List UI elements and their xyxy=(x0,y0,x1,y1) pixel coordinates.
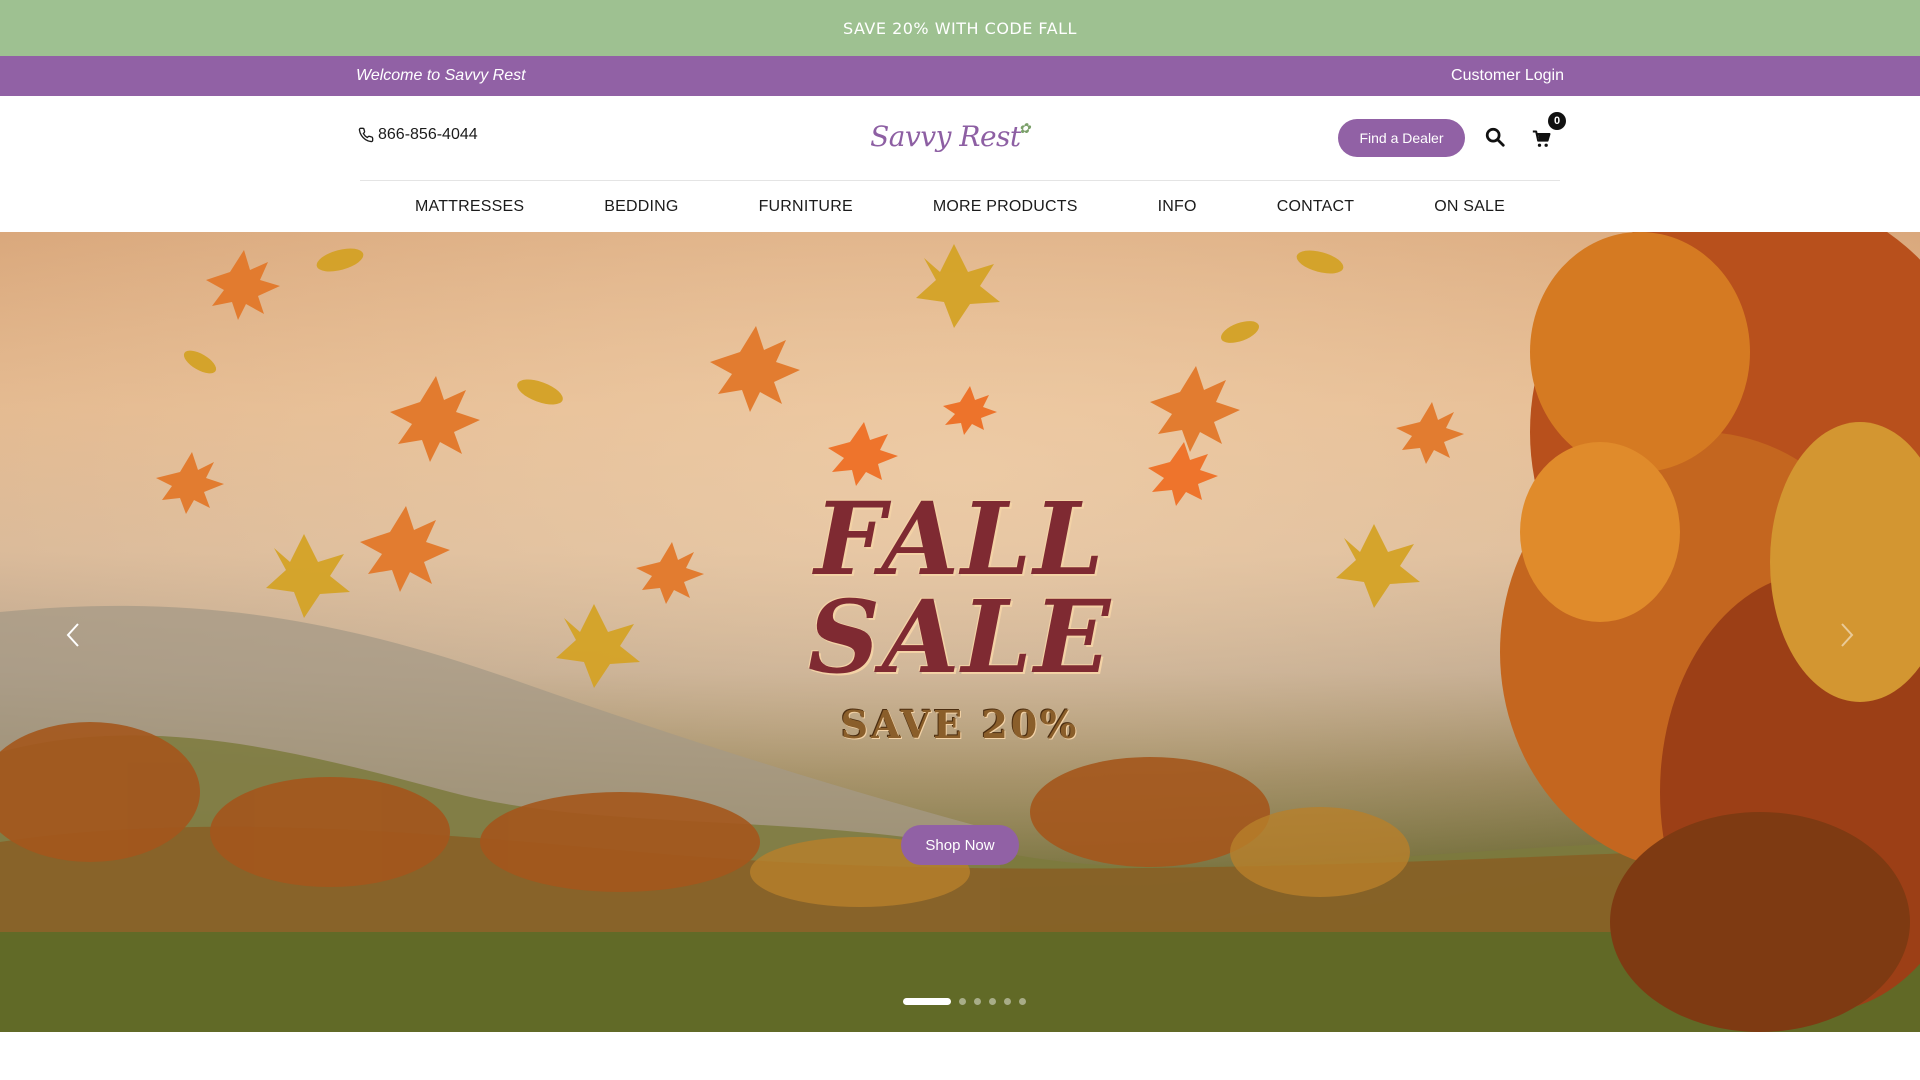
phone-number: 866-856-4044 xyxy=(378,126,478,143)
shop-now-button[interactable]: Shop Now xyxy=(901,825,1019,865)
promo-text: SAVE 20% WITH CODE FALL xyxy=(843,18,1077,38)
welcome-text: Welcome to Savvy Rest xyxy=(356,67,526,84)
carousel-dot-6[interactable] xyxy=(1019,997,1026,1005)
site-header: 866-856-4044 Savvy Rest ✿ Find a Dealer … xyxy=(0,96,1920,232)
nav-item-more-products[interactable]: MORE PRODUCTS xyxy=(893,198,1118,216)
carousel-dots xyxy=(903,996,1026,1006)
nav-item-furniture[interactable]: FURNITURE xyxy=(719,198,893,216)
carousel-dot-1[interactable] xyxy=(903,997,951,1005)
cart-button[interactable]: 0 xyxy=(1532,112,1566,150)
phone-icon xyxy=(358,127,374,143)
hero-banner: FALL SALE SAVE 20% Shop Now xyxy=(0,232,1920,1032)
promo-bar: SAVE 20% WITH CODE FALL xyxy=(0,0,1920,56)
cart-icon xyxy=(1532,130,1551,147)
search-icon[interactable] xyxy=(1484,126,1506,148)
utility-bar: Welcome to Savvy Rest Customer Login xyxy=(0,56,1920,96)
carousel-dot-3[interactable] xyxy=(974,997,981,1005)
carousel-dot-5[interactable] xyxy=(1004,997,1011,1005)
chevron-left-icon[interactable] xyxy=(62,620,84,650)
customer-login-link[interactable]: Customer Login xyxy=(1451,56,1564,96)
logo-text: Savvy Rest xyxy=(870,119,1021,153)
savvy-rest-logo[interactable]: Savvy Rest ✿ xyxy=(870,114,1030,158)
leaf-icon: ✿ xyxy=(1018,121,1031,137)
nav-item-on-sale[interactable]: ON SALE xyxy=(1394,198,1545,216)
chevron-right-icon[interactable] xyxy=(1836,620,1858,650)
nav-item-bedding[interactable]: BEDDING xyxy=(564,198,718,216)
hero-subhead: SAVE 20% xyxy=(840,702,1080,747)
hero-headline: FALL SALE xyxy=(760,480,1160,696)
nav-item-info[interactable]: INFO xyxy=(1118,198,1237,216)
cart-count-badge: 0 xyxy=(1548,112,1566,130)
carousel-dot-2[interactable] xyxy=(959,997,966,1005)
nav-item-mattresses[interactable]: MATTRESSES xyxy=(375,198,564,216)
carousel-dot-4[interactable] xyxy=(989,997,996,1005)
find-dealer-button[interactable]: Find a Dealer xyxy=(1338,119,1465,157)
hero-headline-line2: SALE xyxy=(807,578,1113,696)
phone-link[interactable]: 866-856-4044 xyxy=(358,124,478,146)
hero-headline-line1: FALL xyxy=(814,480,1106,598)
nav-item-contact[interactable]: CONTACT xyxy=(1237,198,1395,216)
main-nav: MATTRESSES BEDDING FURNITURE MORE PRODUC… xyxy=(360,181,1560,232)
